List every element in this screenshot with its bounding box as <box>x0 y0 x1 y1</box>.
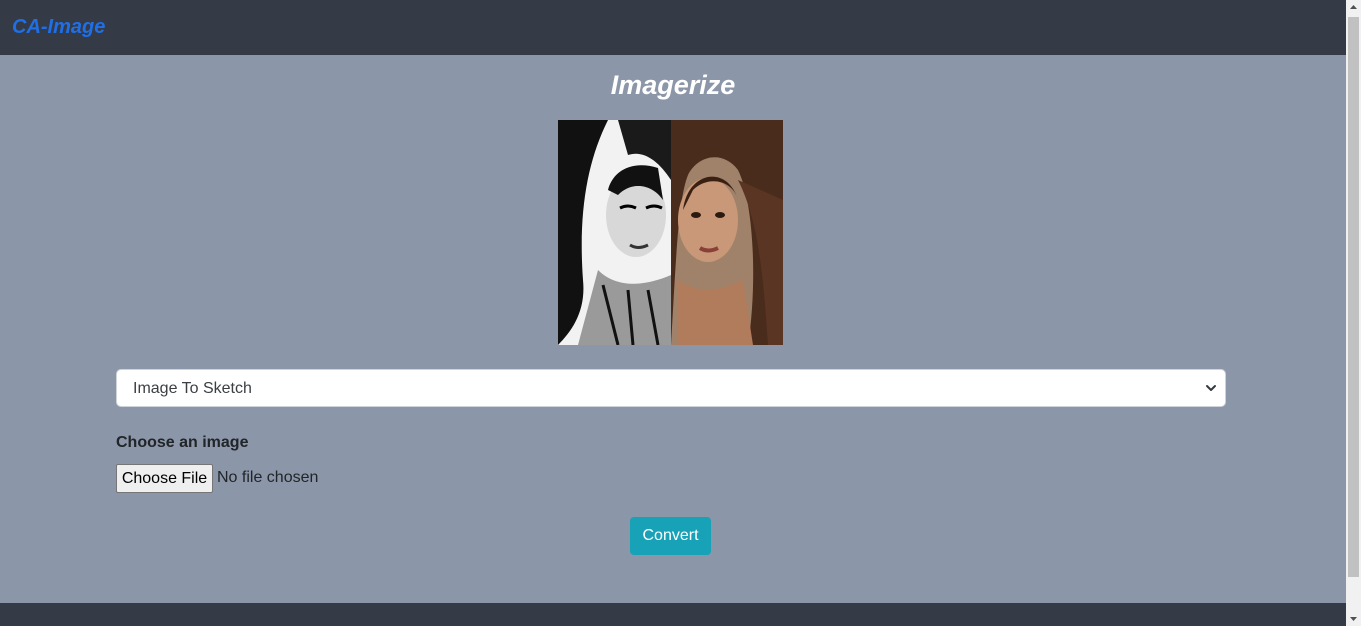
scroll-down-icon[interactable] <box>1346 611 1361 626</box>
file-input-label: Choose an image <box>116 434 249 451</box>
chevron-down-icon <box>1206 385 1216 391</box>
vertical-scrollbar[interactable] <box>1346 0 1361 626</box>
scroll-thumb[interactable] <box>1348 17 1359 577</box>
conversion-select-value: Image To Sketch <box>133 380 252 397</box>
scroll-up-icon[interactable] <box>1346 0 1361 15</box>
file-status-text: No file chosen <box>217 469 319 486</box>
navbar: CA-Image <box>0 0 1346 55</box>
page-title: Imagerize <box>610 70 736 100</box>
convert-button[interactable]: Convert <box>630 517 711 555</box>
footer <box>0 603 1346 626</box>
choose-file-button[interactable]: Choose File <box>116 464 213 493</box>
preview-image <box>558 120 783 345</box>
conversion-select[interactable]: Image To Sketch <box>116 369 1226 407</box>
brand-link[interactable]: CA-Image <box>12 16 105 39</box>
